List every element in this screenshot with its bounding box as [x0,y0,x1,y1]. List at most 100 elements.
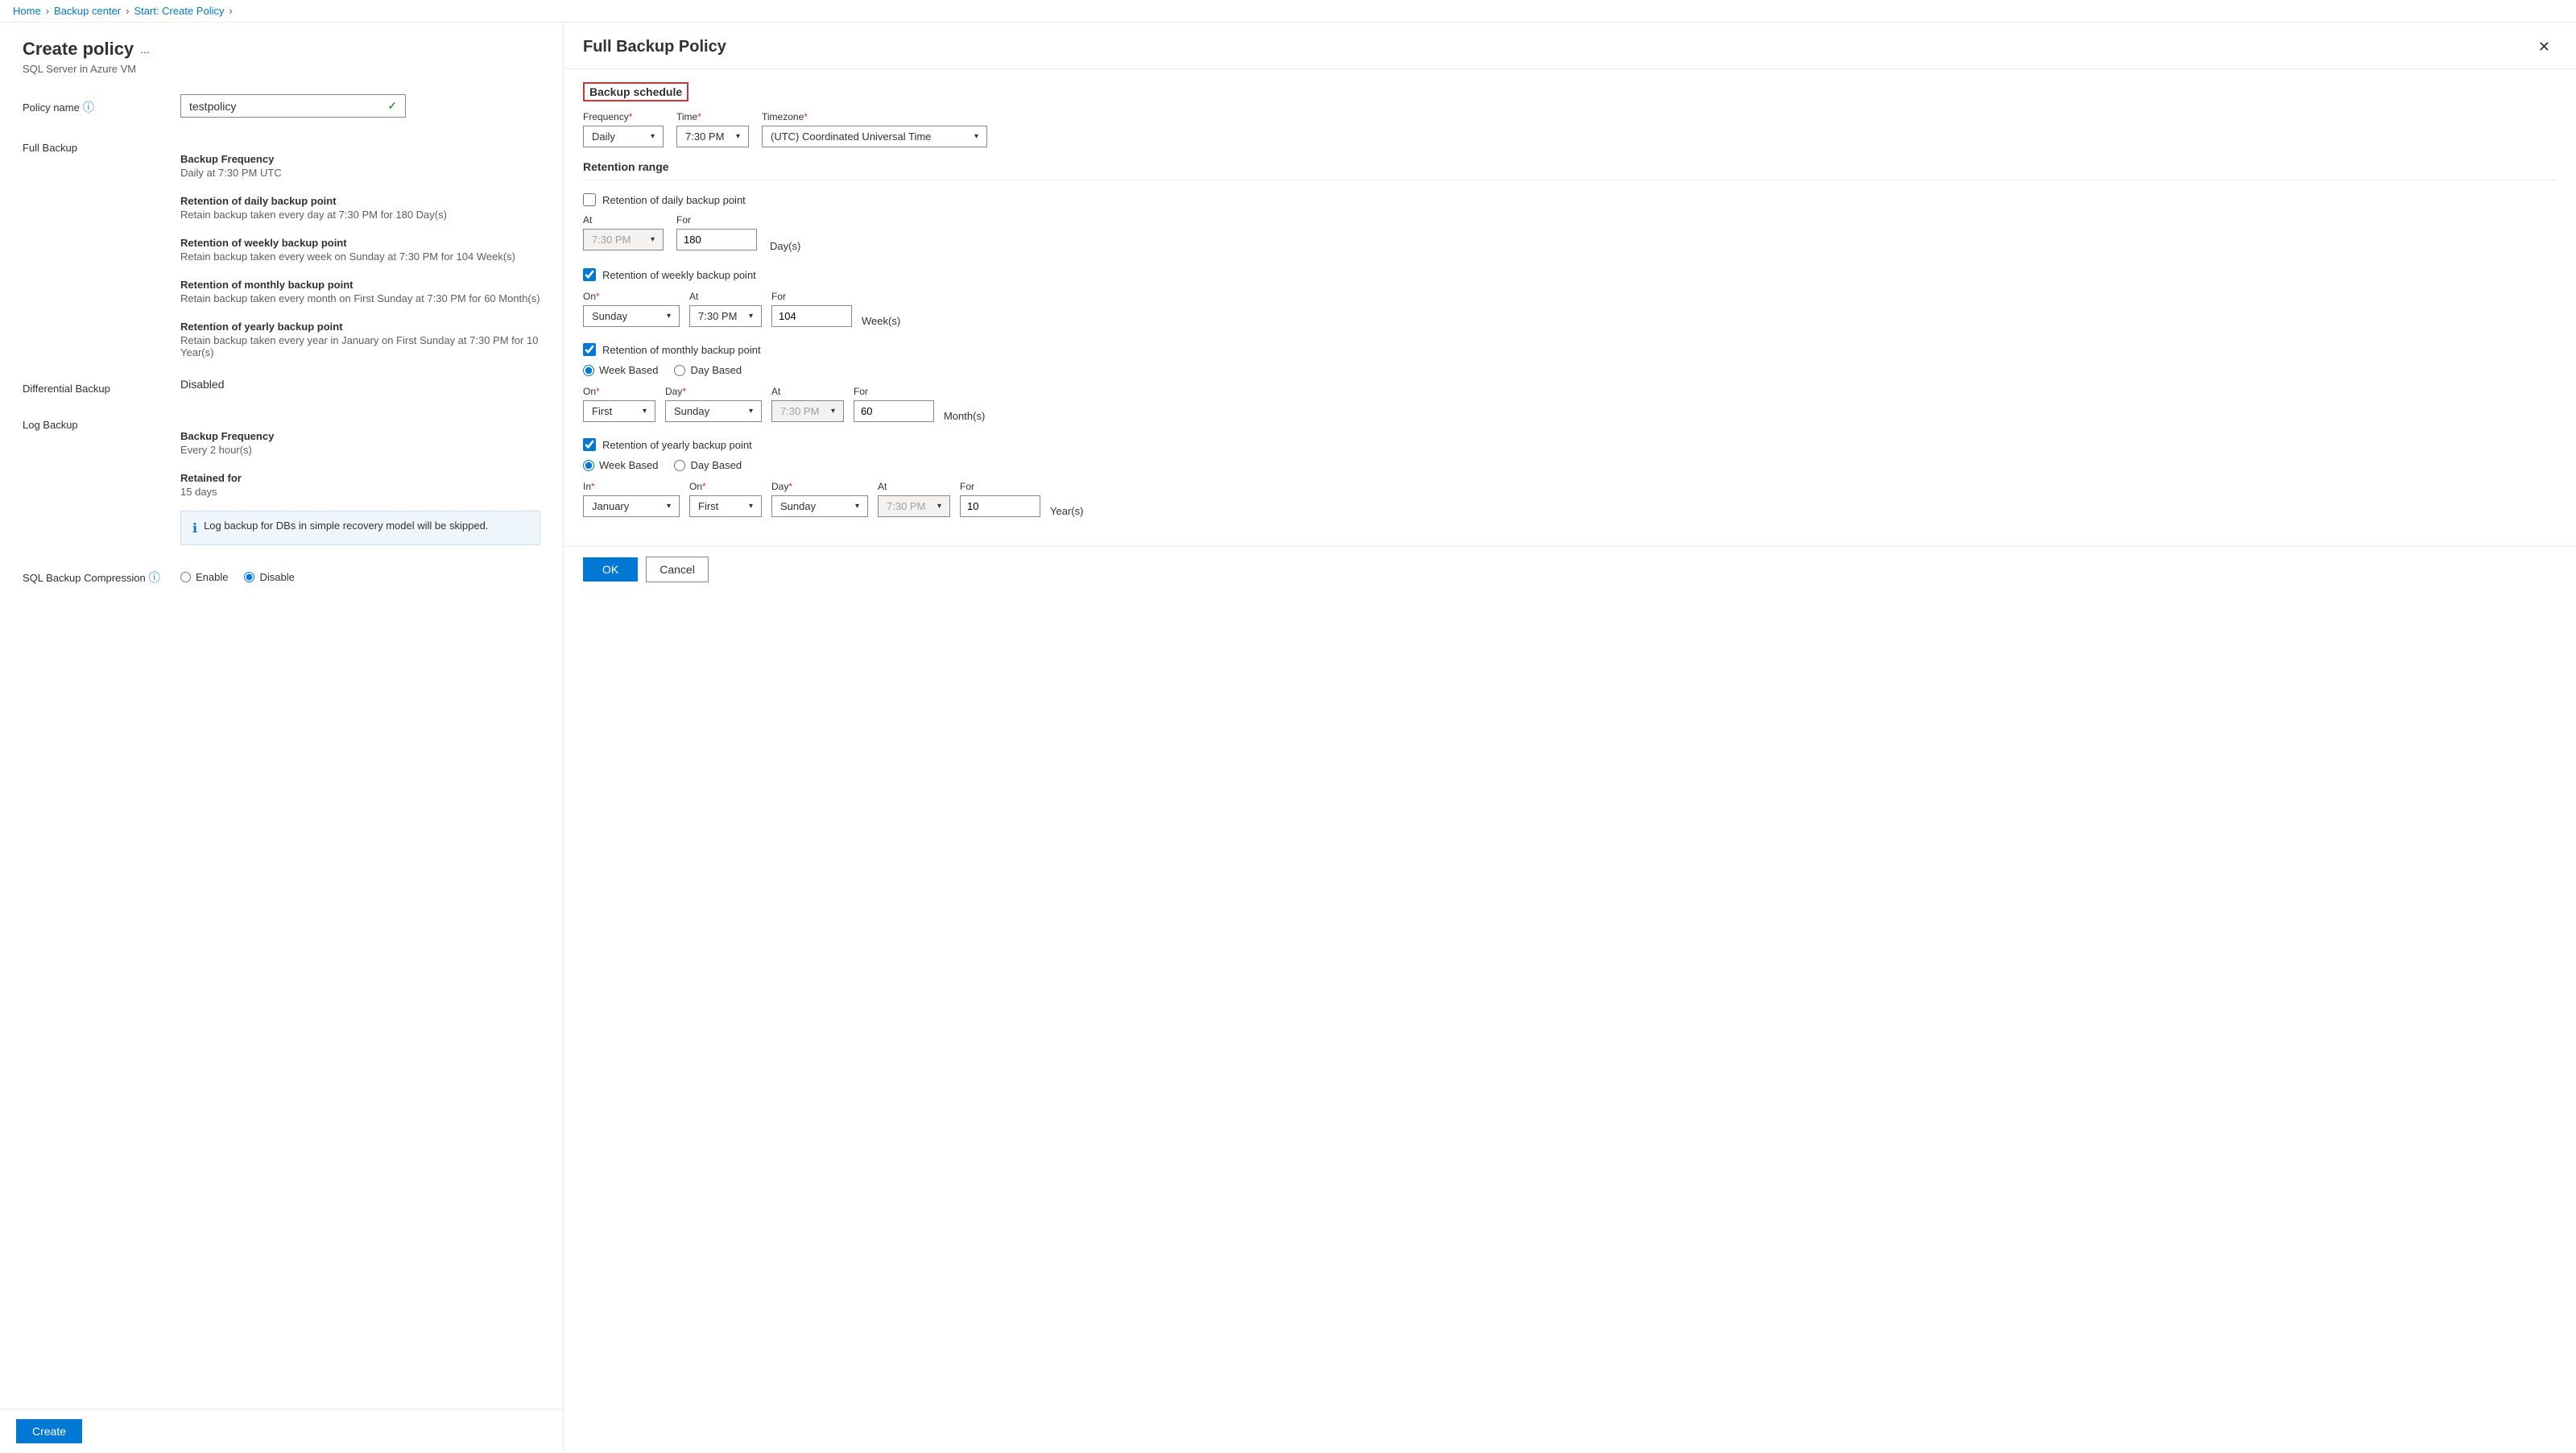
right-content: Backup schedule Frequency* Daily ▾ T [564,69,2576,546]
daily-retention-fields: At 7:30 PM ▾ For 180 Day(s) [583,214,2557,252]
sql-compression-section: SQL Backup Compression ⓘ Enable Disable [23,565,540,586]
create-button[interactable]: Create [16,1419,82,1443]
yearly-at-dropdown: 7:30 PM ▾ [878,495,950,517]
right-header: Full Backup Policy ✕ [564,23,2576,69]
full-backup-daily-retention-label: Retention of daily backup point [180,195,540,207]
frequency-field-group: Frequency* Daily ▾ [583,111,664,147]
ok-button[interactable]: OK [583,557,638,582]
monthly-for-label: For [854,386,934,397]
breadcrumb-backup-center[interactable]: Backup center [54,5,121,17]
yearly-day-based-radio[interactable] [674,460,685,471]
monthly-for-input[interactable]: 60 [854,400,934,422]
enable-radio-label[interactable]: Enable [180,571,228,583]
close-button[interactable]: ✕ [2532,35,2557,59]
yearly-day-dropdown[interactable]: Sunday ▾ [771,495,868,517]
policy-name-row: Policy name ⓘ testpolicy ✓ [23,94,540,118]
monthly-on-required: * [596,386,600,397]
daily-retention-header: Retention of daily backup point [583,193,2557,206]
time-value: 7:30 PM [685,130,724,143]
enable-radio-text: Enable [196,571,228,583]
weekly-for-input[interactable]: 104 [771,305,852,327]
right-title: Full Backup Policy [583,38,726,56]
weekly-unit: Week(s) [862,310,900,327]
yearly-day-value: Sunday [780,500,816,512]
full-backup-weekly-retention-text: Retain backup taken every week on Sunday… [180,250,540,263]
monthly-week-based-label[interactable]: Week Based [583,364,658,376]
yearly-day-required: * [788,481,792,492]
timezone-required: * [804,111,808,122]
sql-compression-label: SQL Backup Compression [23,572,146,584]
monthly-day-based-radio[interactable] [674,365,685,376]
policy-name-input[interactable]: testpolicy ✓ [180,94,406,118]
monthly-on-dropdown[interactable]: First ▾ [583,400,655,422]
time-dropdown[interactable]: 7:30 PM ▾ [676,126,749,147]
yearly-on-dropdown[interactable]: First ▾ [689,495,762,517]
yearly-in-value: January [592,500,629,512]
monthly-for-field: For 60 [854,386,934,422]
monthly-day-value: Sunday [674,405,709,417]
policy-name-label: Policy name [23,101,80,114]
monthly-day-dropdown[interactable]: Sunday ▾ [665,400,762,422]
page-subtitle: SQL Server in Azure VM [23,63,540,75]
yearly-day-label: Day* [771,481,868,492]
yearly-week-based-radio[interactable] [583,460,594,471]
weekly-retention-fields: On* Sunday ▾ At 7:30 PM ▾ [583,289,2557,327]
yearly-in-dropdown[interactable]: January ▾ [583,495,680,517]
yearly-for-input[interactable]: 10 [960,495,1040,517]
sql-compression-info-icon[interactable]: ⓘ [149,569,160,586]
log-backup-info-text: Log backup for DBs in simple recovery mo… [204,520,488,532]
page-title: Create policy [23,39,134,60]
weekly-on-required: * [596,291,600,302]
differential-backup-value: Disabled [180,378,224,391]
yearly-day-based-label[interactable]: Day Based [674,459,742,471]
monthly-retention-label: Retention of monthly backup point [602,344,761,356]
yearly-at-label: At [878,481,950,492]
disable-radio[interactable] [244,572,254,582]
policy-name-info-icon[interactable]: ⓘ [83,99,94,115]
daily-retention-checkbox[interactable] [583,193,596,206]
right-panel: Full Backup Policy ✕ Backup schedule Fre… [564,23,2576,1453]
yearly-for-label: For [960,481,1040,492]
weekly-at-label: At [689,291,762,302]
yearly-on-field: On* First ▾ [689,481,762,517]
weekly-retention-checkbox[interactable] [583,268,596,281]
monthly-week-based-radio[interactable] [583,365,594,376]
chevron-down-icon: ▾ [831,407,835,416]
chevron-down-icon: ▾ [974,132,978,141]
weekly-on-label: On* [583,291,680,302]
yearly-retention-checkbox[interactable] [583,438,596,451]
monthly-on-field: On* First ▾ [583,386,655,422]
weekly-retention-item: Retention of weekly backup point On* Sun… [583,268,2557,327]
monthly-day-based-label[interactable]: Day Based [674,364,742,376]
timezone-dropdown[interactable]: (UTC) Coordinated Universal Time ▾ [762,126,987,147]
weekly-on-dropdown[interactable]: Sunday ▾ [583,305,680,327]
full-backup-yearly-retention-label: Retention of yearly backup point [180,321,540,333]
weekly-retention-label: Retention of weekly backup point [602,269,756,281]
daily-for-input[interactable]: 180 [676,229,757,250]
yearly-week-based-label[interactable]: Week Based [583,459,658,471]
breadcrumb-home[interactable]: Home [13,5,41,17]
breadcrumb-sep2: › [126,5,129,17]
daily-for-label: For [676,214,757,226]
yearly-on-required: * [702,481,706,492]
cancel-button[interactable]: Cancel [646,557,709,582]
monthly-on-label: On* [583,386,655,397]
monthly-retention-checkbox[interactable] [583,343,596,356]
daily-unit: Day(s) [770,235,800,252]
monthly-day-required: * [682,386,686,397]
more-options-icon[interactable]: ... [140,43,150,56]
chevron-down-icon: ▾ [651,132,655,141]
weekly-at-field: At 7:30 PM ▾ [689,291,762,327]
daily-at-label: At [583,214,664,226]
full-backup-daily-retention-text: Retain backup taken every day at 7:30 PM… [180,209,540,221]
yearly-retention-header: Retention of yearly backup point [583,438,2557,451]
weekly-at-dropdown[interactable]: 7:30 PM ▾ [689,305,762,327]
frequency-dropdown[interactable]: Daily ▾ [583,126,664,147]
disable-radio-label[interactable]: Disable [244,571,294,583]
breadcrumb-sep3: › [229,5,232,17]
info-icon: ℹ [192,520,197,536]
backup-schedule-label: Backup schedule [583,82,688,101]
yearly-type-options: Week Based Day Based [583,459,2557,471]
enable-radio[interactable] [180,572,191,582]
chevron-down-icon: ▾ [749,502,753,511]
